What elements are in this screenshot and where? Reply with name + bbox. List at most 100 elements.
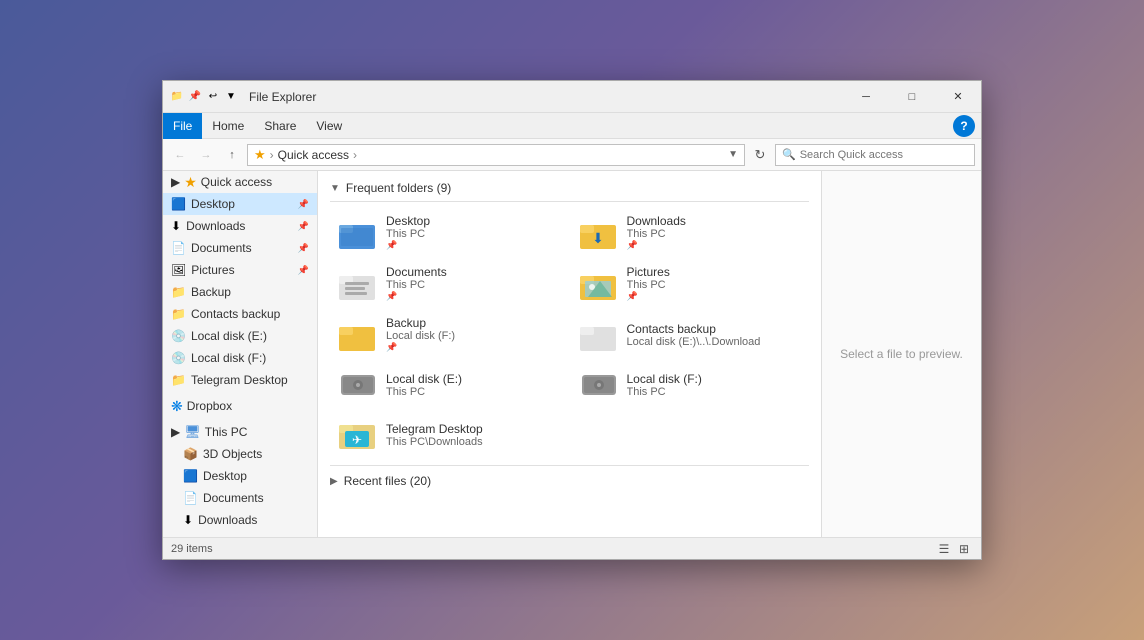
path-end-separator: ›: [353, 148, 357, 162]
folder-pictures-icon: 🖼: [171, 263, 186, 277]
folder-item-disk-e[interactable]: Local disk (E:) This PC: [330, 361, 569, 409]
help-button[interactable]: ?: [953, 115, 975, 137]
disk-e-folder-icon: [338, 367, 378, 403]
desktop-pin-icon: 📌: [386, 240, 430, 251]
view-buttons: ☰ ⊞: [935, 540, 973, 558]
pictures-pin-icon: 📌: [627, 291, 670, 302]
svg-text:✈: ✈: [352, 433, 362, 447]
sidebar-item-desktop-thispc[interactable]: 🟦 Desktop: [163, 465, 317, 487]
sidebar-item-downloads[interactable]: ⬇ Downloads 📌: [163, 215, 317, 237]
minimize-button[interactable]: ─: [843, 81, 889, 113]
recent-files-label: Recent files (20): [344, 474, 431, 488]
desktop-folder-path: This PC: [386, 228, 430, 240]
title-bar: 📁 📌 ↩ ▼ File Explorer ─ □ ✕: [163, 81, 981, 113]
contacts-folder-path: Local disk (E:)\..\.Download: [627, 336, 761, 348]
backup-folder-icon: [338, 317, 378, 353]
refresh-button[interactable]: ↻: [749, 144, 771, 166]
address-path[interactable]: ★ › Quick access › ▼: [247, 144, 745, 166]
documents-pin-icon: 📌: [386, 291, 447, 302]
sidebar-item-pictures[interactable]: 🖼 Pictures 📌: [163, 259, 317, 281]
search-box: 🔍: [775, 144, 975, 166]
down-arrow-icon[interactable]: ▼: [223, 89, 239, 105]
telegram-icon: 📁: [171, 373, 186, 387]
folder-item-backup[interactable]: Backup Local disk (F:) 📌: [330, 310, 569, 359]
expand-icon: ▶: [171, 425, 180, 439]
pin-icon-2: 📌: [298, 221, 309, 232]
quick-access-star-icon: ★: [184, 174, 197, 191]
chevron-down-icon: ▼: [330, 183, 340, 194]
forward-button[interactable]: →: [195, 144, 217, 166]
sidebar-quick-access-header[interactable]: ▶ ★ Quick access: [163, 171, 317, 193]
sidebar-item-3dobjects[interactable]: 📦 3D Objects: [163, 443, 317, 465]
address-bar: ← → ↑ ★ › Quick access › ▼ ↻ 🔍: [163, 139, 981, 171]
tiles-view-button[interactable]: ⊞: [955, 540, 973, 558]
contacts-folder-info: Contacts backup Local disk (E:)\..\.Down…: [627, 322, 761, 348]
chevron-right-icon: ▶: [330, 476, 338, 487]
sidebar-item-contacts-backup[interactable]: 📁 Contacts backup: [163, 303, 317, 325]
contacts-folder-icon: [579, 317, 619, 353]
svg-text:⬇: ⬇: [592, 230, 604, 246]
status-bar: 29 items ☰ ⊞: [163, 537, 981, 559]
documents-thispc-icon: 📄: [183, 491, 198, 505]
address-dropdown-icon[interactable]: ▼: [728, 149, 738, 160]
back-button[interactable]: ←: [169, 144, 191, 166]
sidebar-item-local-f[interactable]: 💿 Local disk (F:): [163, 347, 317, 369]
details-view-button[interactable]: ☰: [935, 540, 953, 558]
menu-bar: File Home Share View ?: [163, 113, 981, 139]
undo-icon[interactable]: ↩: [205, 89, 221, 105]
backup-folder-name: Backup: [386, 316, 455, 330]
sidebar-dropbox-header[interactable]: ❋ Dropbox: [163, 395, 317, 417]
backup-pin-icon: 📌: [386, 342, 455, 353]
disk-f-folder-icon: [579, 367, 619, 403]
folder-item-pictures[interactable]: Pictures This PC 📌: [571, 259, 810, 308]
menu-home[interactable]: Home: [202, 113, 254, 139]
maximize-button[interactable]: □: [889, 81, 935, 113]
sidebar-thispc-header[interactable]: ▶ 🖥 This PC: [163, 421, 317, 443]
menu-file[interactable]: File: [163, 113, 202, 139]
backup-folder-path: Local disk (F:): [386, 330, 455, 342]
sidebar-item-local-e[interactable]: 💿 Local disk (E:): [163, 325, 317, 347]
main-content: ▶ ★ Quick access 🟦 Desktop 📌 ⬇ Downloads…: [163, 171, 981, 537]
menu-view[interactable]: View: [306, 113, 352, 139]
sidebar-item-telegram[interactable]: 📁 Telegram Desktop: [163, 369, 317, 391]
downloads-folder-icon: ⬇: [579, 215, 619, 251]
disk-e-path: This PC: [386, 386, 462, 398]
recent-files-header[interactable]: ▶ Recent files (20): [326, 468, 813, 492]
telegram-info: Telegram Desktop This PC\Downloads: [386, 422, 483, 448]
search-input[interactable]: [800, 149, 968, 161]
pictures-folder-info: Pictures This PC 📌: [627, 265, 670, 302]
folder-downloads-icon: ⬇: [171, 219, 181, 233]
sidebar: ▶ ★ Quick access 🟦 Desktop 📌 ⬇ Downloads…: [163, 171, 318, 537]
desktop-thispc-icon: 🟦: [183, 469, 198, 483]
path-text: Quick access: [278, 148, 349, 162]
folder-contacts-icon: 📁: [171, 307, 186, 321]
telegram-name: Telegram Desktop: [386, 422, 483, 436]
sidebar-item-desktop[interactable]: 🟦 Desktop 📌: [163, 193, 317, 215]
documents-folder-name: Documents: [386, 265, 447, 279]
documents-folder-path: This PC: [386, 279, 447, 291]
folder-item-downloads[interactable]: ⬇ Downloads This PC 📌: [571, 208, 810, 257]
folder-item-disk-f[interactable]: Local disk (F:) This PC: [571, 361, 810, 409]
sidebar-quick-access-label: Quick access: [201, 175, 272, 189]
sidebar-item-documents-thispc[interactable]: 📄 Documents: [163, 487, 317, 509]
frequent-folders-header[interactable]: ▼ Frequent folders (9): [326, 175, 813, 199]
documents-folder-icon: [338, 266, 378, 302]
sidebar-item-documents[interactable]: 📄 Documents 📌: [163, 237, 317, 259]
up-button[interactable]: ↑: [221, 144, 243, 166]
disk-e-icon: 💿: [171, 329, 186, 343]
folder-item-contacts[interactable]: Contacts backup Local disk (E:)\..\.Down…: [571, 310, 810, 359]
sidebar-item-downloads-thispc[interactable]: ⬇ Downloads: [163, 509, 317, 531]
sidebar-dropbox-label: Dropbox: [187, 399, 232, 413]
3dobjects-icon: 📦: [183, 447, 198, 461]
folder-item-telegram[interactable]: ✈ Telegram Desktop This PC\Downloads: [330, 411, 569, 459]
disk-e-name: Local disk (E:): [386, 372, 462, 386]
menu-share[interactable]: Share: [254, 113, 306, 139]
disk-f-info: Local disk (F:) This PC: [627, 372, 702, 398]
close-button[interactable]: ✕: [935, 81, 981, 113]
folder-item-documents[interactable]: Documents This PC 📌: [330, 259, 569, 308]
folder-item-desktop[interactable]: Desktop This PC 📌: [330, 208, 569, 257]
quick-access-icon[interactable]: 📌: [187, 89, 203, 105]
sidebar-item-backup[interactable]: 📁 Backup: [163, 281, 317, 303]
search-icon: 🔍: [782, 148, 796, 161]
desktop-folder-icon: [338, 215, 378, 251]
